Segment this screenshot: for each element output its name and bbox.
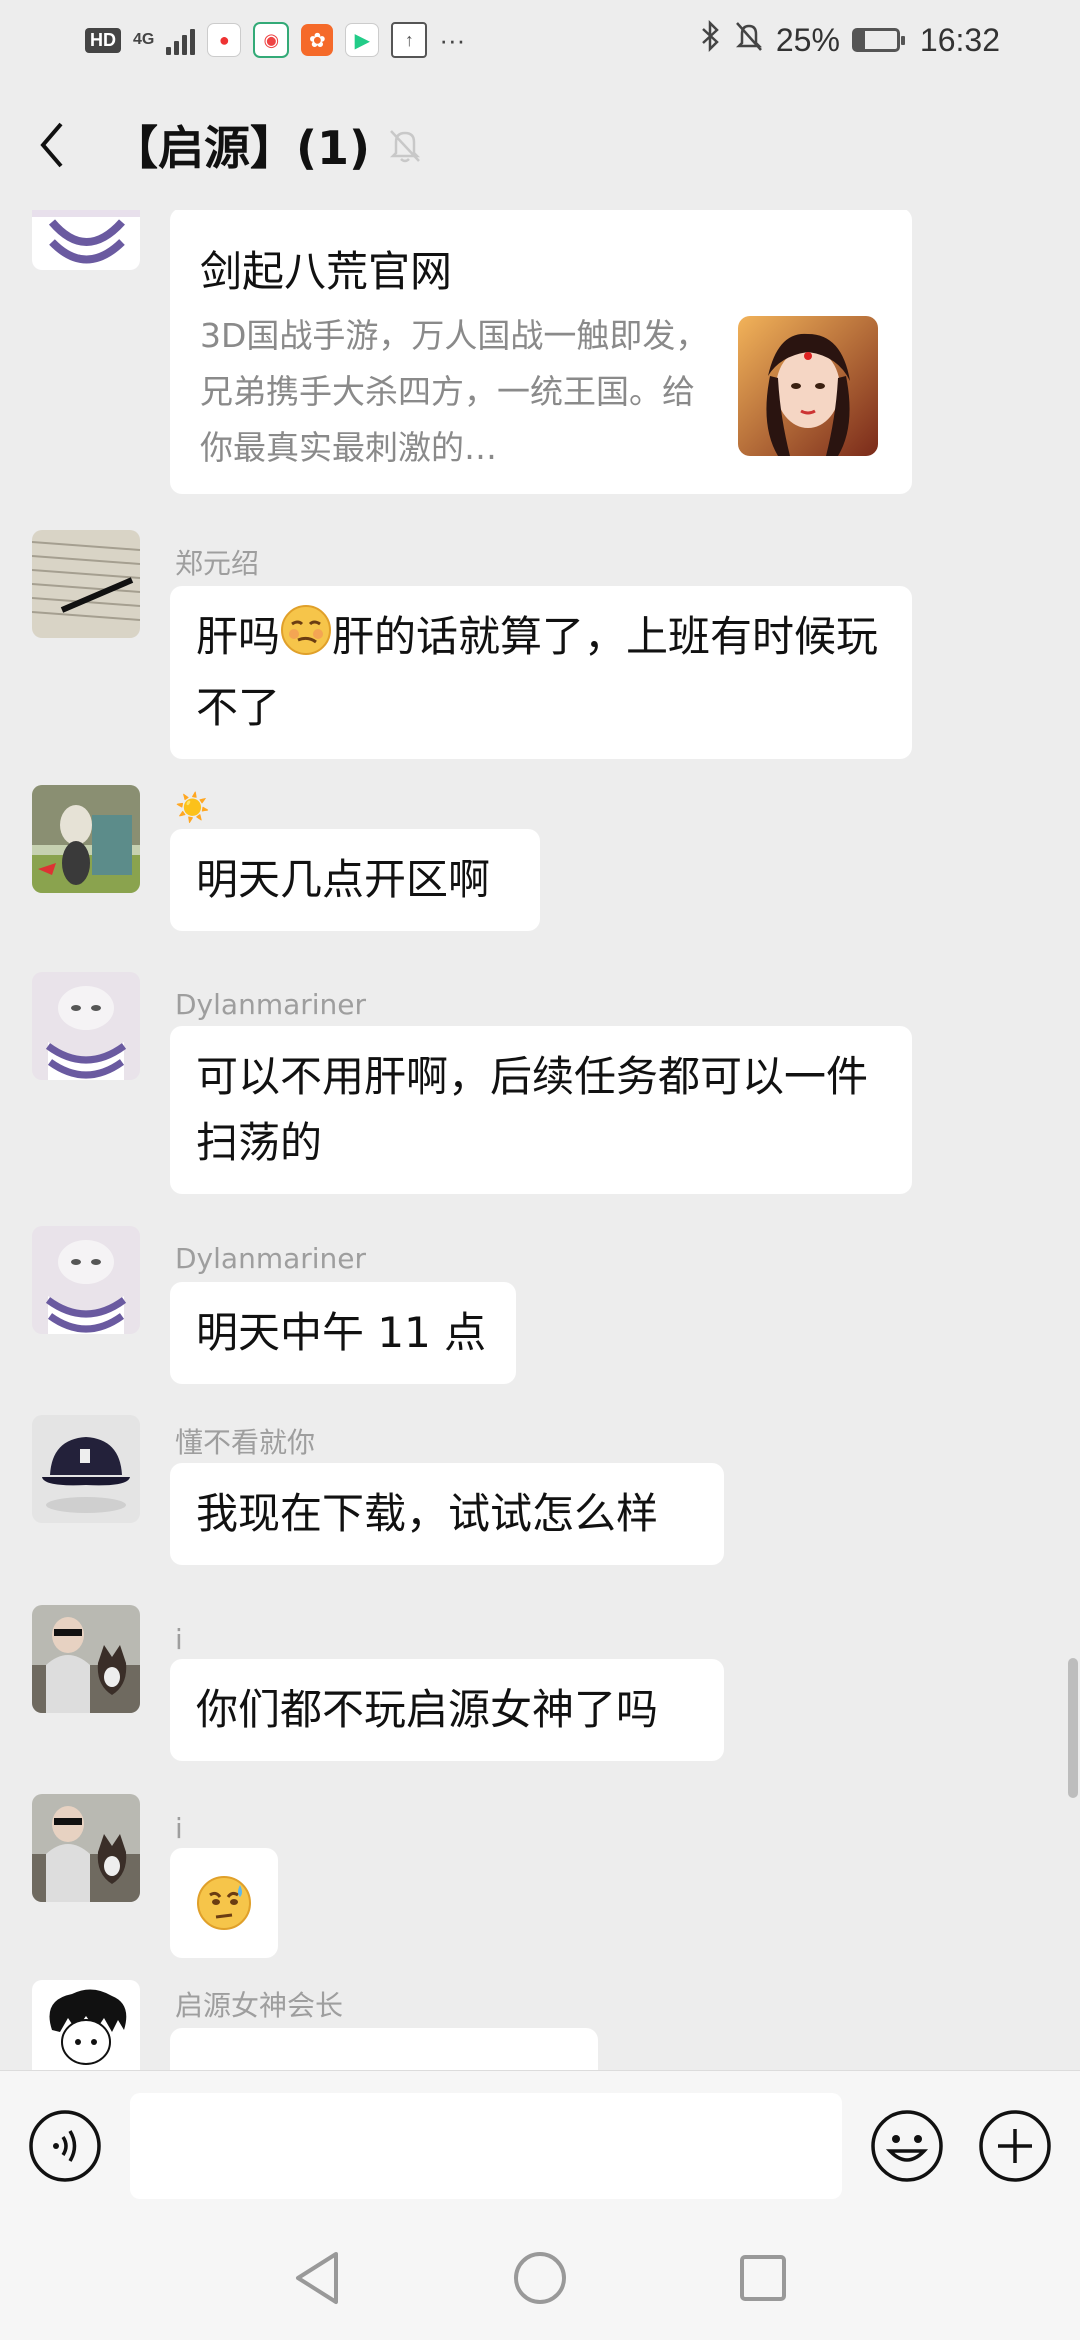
browser-app-icon: ◉ [253, 22, 290, 58]
shopping-app-icon: ✿ [301, 24, 334, 56]
link-description: 3D国战手游，万人国战一触即发，兄弟携手大杀四方，一统王国。给你最真实最刺激的… [200, 316, 709, 467]
message-bubble[interactable]: 明天中午 11 点 [170, 1282, 516, 1384]
network-type: 4G [133, 31, 155, 48]
link-thumbnail [738, 316, 878, 456]
message-text: 可以不用肝啊，后续任务都可以一件扫荡的 [196, 1052, 869, 1167]
avatar[interactable] [32, 1415, 140, 1523]
nav-recents-button[interactable] [738, 2253, 788, 2307]
emoji-button[interactable] [870, 2109, 944, 2187]
input-bar [0, 2070, 1080, 2221]
message-text: 明天中午 11 点 [196, 1308, 487, 1357]
message-bubble[interactable]: 明天几点开区啊 [170, 829, 540, 931]
message-text: 你们都不玩启源女神了吗 [196, 1685, 659, 1734]
message-list[interactable]: 剑起八荒官网 3D国战手游，万人国战一触即发，兄弟携手大杀四方，一统王国。给你最… [0, 210, 1080, 2070]
sender-name: Dylanmariner [175, 1242, 367, 1275]
avatar[interactable] [32, 785, 140, 893]
sender-name: 启源女神会长 [175, 1989, 344, 2022]
message-bubble[interactable]: 肝吗 肝的话就算了，上班有时候玩不了 [170, 586, 912, 759]
system-nav-bar [0, 2220, 1080, 2340]
hd-badge: HD [85, 27, 121, 53]
avatar[interactable] [32, 1794, 140, 1902]
avatar[interactable] [32, 1226, 140, 1334]
chat-header: 【启源】(1) [0, 80, 1080, 210]
maps-app-icon: ● [207, 23, 242, 57]
nav-back-button[interactable] [292, 2250, 342, 2310]
upload-icon: ↑ [391, 22, 428, 58]
plus-icon [979, 2110, 1051, 2182]
message-text: 我现在下载，试试怎么样 [196, 1489, 659, 1538]
smiley-icon [871, 2110, 943, 2182]
message-bubble[interactable]: 你们都不玩启源女神了吗 [170, 1659, 724, 1761]
signal-icon [166, 25, 196, 55]
more-notifications-icon: ··· [439, 24, 466, 55]
sender-name: 郑元绍 [175, 547, 260, 580]
nav-home-button[interactable] [512, 2250, 568, 2310]
square-recents-icon [740, 2255, 786, 2301]
battery-percent: 25% [775, 21, 840, 58]
chevron-left-icon [40, 122, 63, 168]
sender-name: 懂不看就你 [175, 1426, 316, 1459]
message-bubble[interactable]: 可以不用肝啊，后续任务都可以一件扫荡的 [170, 1026, 912, 1194]
sender-name: ☀️ [175, 791, 210, 824]
link-card[interactable]: 剑起八荒官网 3D国战手游，万人国战一触即发，兄弟携手大杀四方，一统王国。给你最… [170, 210, 912, 494]
sweat-emoji-icon [197, 1876, 251, 1930]
back-button[interactable] [2, 80, 102, 210]
voice-input-button[interactable] [28, 2109, 102, 2187]
sender-name: Dylanmariner [175, 988, 367, 1021]
avatar[interactable] [32, 530, 140, 638]
clock: 16:32 [919, 21, 1000, 58]
more-actions-button[interactable] [978, 2109, 1052, 2187]
status-bar-right: 25% 16:32 [700, 19, 1000, 60]
muted-bell-icon [386, 125, 424, 165]
message-input[interactable] [130, 2093, 842, 2199]
avatar[interactable] [32, 210, 140, 270]
status-bar-left: HD 4G ● ◉ ✿ ▶ ↑ ··· [85, 22, 465, 58]
battery-fill [854, 31, 866, 49]
voice-icon [29, 2110, 101, 2182]
circle-home-icon [514, 2252, 566, 2304]
avatar[interactable] [32, 1605, 140, 1713]
message-bubble[interactable] [170, 1848, 278, 1958]
chat-title[interactable]: 【启源】(1) [112, 112, 370, 178]
message-text: 肝吗 [196, 612, 281, 661]
status-bar: HD 4G ● ◉ ✿ ▶ ↑ ··· 25% 16:32 [0, 0, 1080, 80]
message-bubble[interactable] [170, 2028, 598, 2070]
triangle-back-icon [296, 2252, 338, 2304]
sender-name: i [175, 1623, 183, 1656]
bluetooth-icon [700, 19, 722, 60]
link-title: 剑起八荒官网 [200, 247, 453, 296]
message-text: 明天几点开区啊 [196, 855, 491, 904]
message-bubble[interactable]: 我现在下载，试试怎么样 [170, 1463, 724, 1565]
video-app-icon: ▶ [345, 23, 380, 57]
smirk-emoji-icon [280, 604, 332, 675]
scrollbar-thumb[interactable] [1068, 1658, 1078, 1798]
avatar[interactable] [32, 1980, 140, 2070]
battery-icon [851, 28, 905, 52]
sender-name: i [175, 1812, 183, 1845]
mute-bell-icon [734, 20, 764, 60]
avatar[interactable] [32, 972, 140, 1080]
